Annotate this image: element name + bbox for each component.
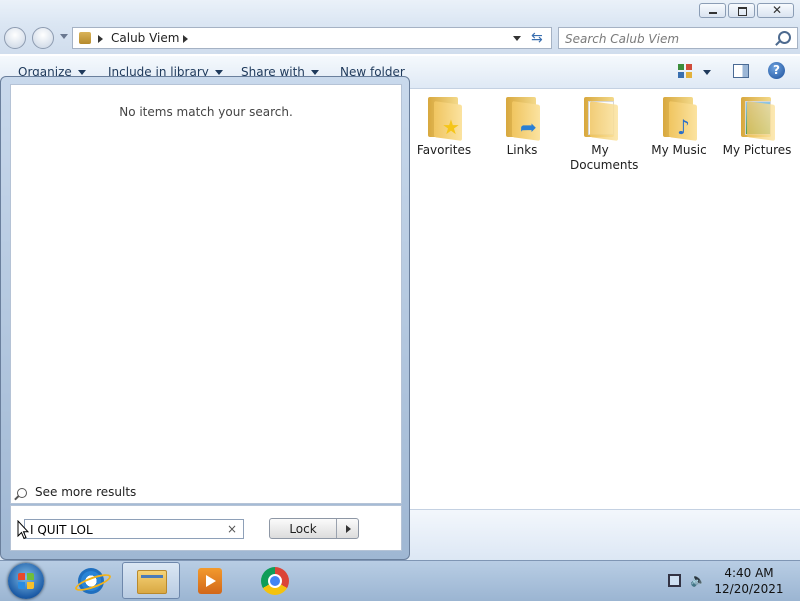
- restore-icon: [738, 7, 747, 16]
- minimize-button[interactable]: [699, 3, 726, 18]
- pictures-folder-icon: [737, 95, 777, 141]
- address-row: Calub Viem ⇆: [0, 24, 800, 54]
- clock-date: 12/20/2021: [714, 582, 784, 596]
- chevron-right-icon[interactable]: [183, 35, 188, 43]
- taskbar-windows-explorer[interactable]: [122, 562, 180, 599]
- see-more-results-link[interactable]: See more results: [17, 485, 136, 499]
- see-more-results-label: See more results: [35, 485, 137, 499]
- breadcrumb[interactable]: Calub Viem: [111, 31, 179, 45]
- power-options-arrow-icon[interactable]: [346, 525, 351, 533]
- taskbar-media-player[interactable]: [182, 562, 240, 599]
- divider: [336, 519, 337, 538]
- volume-icon[interactable]: 🔈: [690, 573, 706, 588]
- search-icon[interactable]: [778, 31, 791, 44]
- search-icon: [17, 487, 27, 498]
- music-folder-icon: ♪: [659, 95, 699, 141]
- help-icon[interactable]: ?: [768, 62, 785, 79]
- mouse-cursor-icon: [17, 520, 29, 540]
- start-menu-bottom: × Lock: [10, 505, 402, 551]
- preview-pane-icon[interactable]: [733, 64, 749, 78]
- change-view-icon[interactable]: [678, 64, 692, 78]
- taskbar-chrome[interactable]: [246, 562, 304, 599]
- windows-logo-icon: [18, 573, 34, 589]
- system-clock[interactable]: 4:40 AM 12/20/2021: [712, 565, 786, 597]
- chevron-down-icon: [77, 70, 86, 75]
- recent-pages-dropdown[interactable]: [60, 34, 68, 39]
- chrome-icon: [261, 567, 289, 595]
- chevron-down-icon: [214, 70, 223, 75]
- start-menu: No items match your search. See more res…: [0, 76, 410, 560]
- back-button[interactable]: [4, 27, 26, 49]
- folder-label: My Pictures: [722, 143, 792, 157]
- address-dropdown-icon[interactable]: [513, 36, 521, 41]
- clock-time: 4:40 AM: [724, 566, 774, 580]
- internet-explorer-icon: [78, 568, 104, 594]
- search-results-pane: No items match your search. See more res…: [10, 84, 402, 504]
- explorer-search-input[interactable]: [563, 30, 772, 48]
- folder-label: Favorites: [416, 143, 472, 157]
- title-bar: ✕: [0, 0, 800, 24]
- folder-favorites[interactable]: ★ Favorites: [405, 95, 483, 158]
- folder-label: Links: [506, 143, 538, 157]
- folder-my-music[interactable]: ♪ My Music: [640, 95, 718, 158]
- refresh-icon[interactable]: ⇆: [531, 30, 543, 46]
- star-folder-icon: ★: [424, 95, 464, 141]
- taskbar: 🔈 4:40 AM 12/20/2021: [0, 560, 800, 601]
- window-controls: ✕: [699, 3, 794, 18]
- lock-label: Lock: [289, 522, 317, 536]
- folder-icon: [79, 32, 91, 44]
- close-icon: ✕: [772, 3, 783, 17]
- folder-my-documents[interactable]: My Documents: [561, 95, 639, 173]
- taskbar-internet-explorer[interactable]: [62, 562, 120, 599]
- chevron-down-icon: [310, 70, 319, 75]
- media-player-icon: [198, 568, 222, 594]
- minimize-icon: [709, 12, 717, 14]
- lock-button[interactable]: Lock: [269, 518, 359, 539]
- start-search-box[interactable]: ×: [24, 519, 244, 539]
- network-icon[interactable]: [668, 574, 681, 587]
- folder-links[interactable]: ➦ Links: [483, 95, 561, 158]
- no-results-message: No items match your search.: [119, 105, 293, 119]
- explorer-search-box[interactable]: [558, 27, 798, 49]
- start-button[interactable]: [8, 563, 44, 599]
- folder-label: My Documents: [570, 143, 639, 172]
- folder-my-pictures[interactable]: My Pictures: [718, 95, 796, 158]
- start-search-input[interactable]: [28, 521, 222, 539]
- folder-label: My Music: [651, 143, 707, 157]
- address-bar[interactable]: Calub Viem ⇆: [72, 27, 552, 49]
- forward-button[interactable]: [32, 27, 54, 49]
- arrow-folder-icon: ➦: [502, 95, 542, 141]
- documents-folder-icon: [580, 95, 620, 141]
- close-button[interactable]: ✕: [757, 3, 794, 18]
- clear-search-icon[interactable]: ×: [227, 522, 237, 536]
- windows-explorer-icon: [137, 570, 167, 594]
- chevron-right-icon[interactable]: [98, 35, 103, 43]
- restore-button[interactable]: [728, 3, 755, 18]
- chevron-down-icon[interactable]: [703, 70, 711, 75]
